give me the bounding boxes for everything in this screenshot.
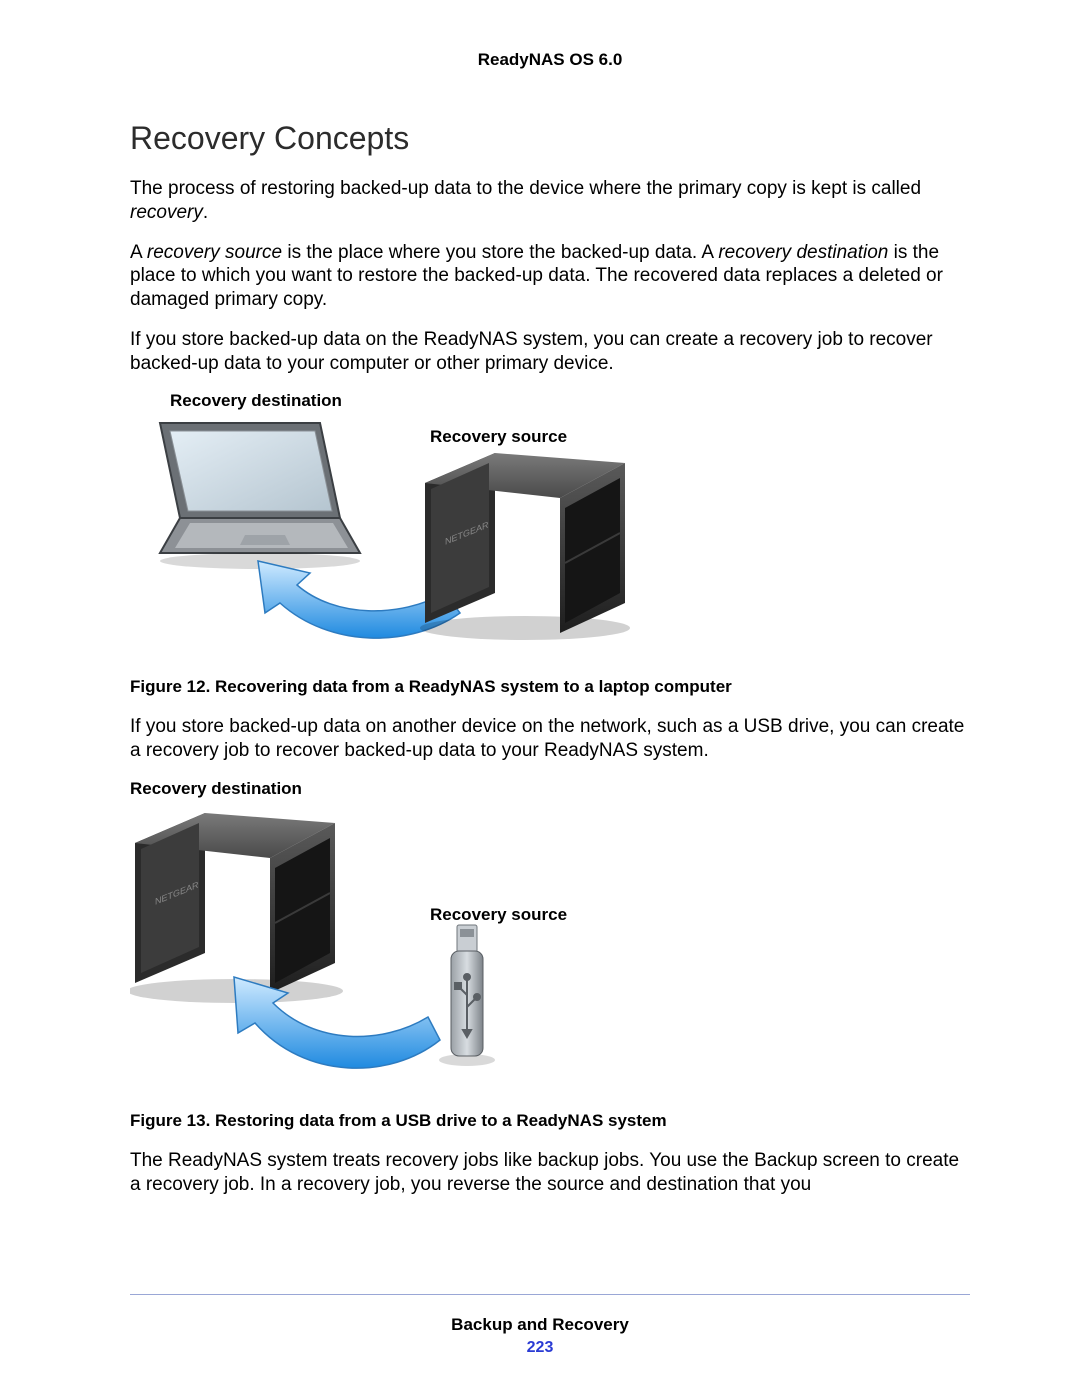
p2-recovery-destination-term: recovery destination: [718, 242, 888, 263]
fig13-destination-label: Recovery destination: [130, 779, 970, 799]
figure-13: Recovery source: [130, 805, 970, 1095]
paragraph-2: A recovery source is the place where you…: [130, 241, 970, 312]
p1a: The process of restoring backed-up data …: [130, 178, 921, 199]
p2c: is the place where you store the backed-…: [282, 242, 718, 263]
figure-12-caption: Figure 12. Recovering data from a ReadyN…: [130, 677, 970, 697]
laptop-icon: [160, 423, 360, 569]
p2-recovery-source-term: recovery source: [147, 242, 282, 263]
footer-page-number: 223: [0, 1339, 1080, 1357]
readynas-device-icon: NETGEAR: [130, 813, 343, 1003]
paragraph-5: The ReadyNAS system treats recovery jobs…: [130, 1149, 970, 1197]
figure-12-graphic: NETGEAR: [130, 403, 650, 663]
footer-chapter-title: Backup and Recovery: [0, 1315, 1080, 1335]
paragraph-1: The process of restoring backed-up data …: [130, 177, 970, 225]
figure-12: Recovery destination Recovery source: [130, 391, 970, 661]
paragraph-3: If you store backed-up data on the Ready…: [130, 328, 970, 376]
p1-recovery-term: recovery: [130, 202, 203, 223]
footer-rule: [130, 1294, 970, 1295]
section-title: Recovery Concepts: [130, 120, 970, 157]
figure-13-caption: Figure 13. Restoring data from a USB dri…: [130, 1111, 970, 1131]
paragraph-4: If you store backed-up data on another d…: [130, 715, 970, 763]
usb-drive-icon: [439, 925, 495, 1066]
p1c: .: [203, 202, 208, 223]
page-footer: Backup and Recovery 223: [0, 1294, 1080, 1357]
figure-13-graphic: NETGEAR: [130, 805, 650, 1095]
p2a: A: [130, 242, 147, 263]
document-header: ReadyNAS OS 6.0: [130, 50, 970, 70]
